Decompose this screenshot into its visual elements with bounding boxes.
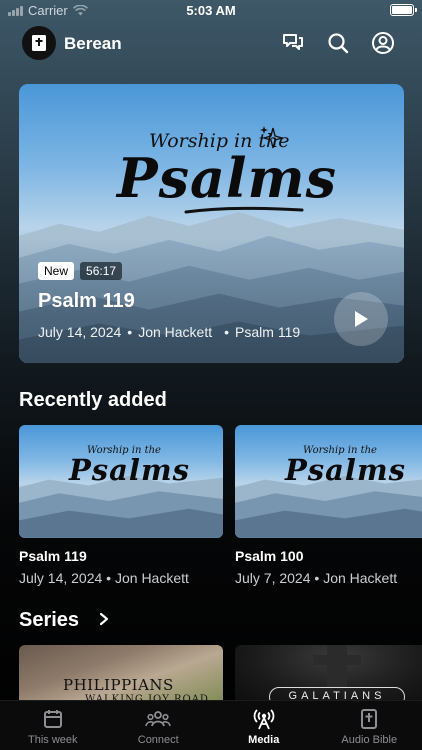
- recent-item[interactable]: Worship in the Psalms Psalm 119 July 14,…: [19, 425, 223, 586]
- battery-icon: [390, 4, 417, 16]
- sermon-meta: July 14, 2024 • Jon Hackett • Psalm 119: [38, 324, 301, 340]
- recent-item-artwork: Worship in the Psalms: [19, 425, 223, 538]
- tab-media[interactable]: Media: [211, 701, 317, 750]
- people-icon: [145, 711, 172, 727]
- sermon-speaker: Jon Hackett: [138, 324, 213, 340]
- series-heading[interactable]: Series: [19, 609, 79, 632]
- app-name: Berean: [64, 34, 122, 53]
- recent-item[interactable]: Worship in the Psalms Psalm 100 July 7, …: [235, 425, 422, 586]
- app-logo[interactable]: [22, 26, 56, 60]
- play-icon: [355, 311, 368, 327]
- artwork-title: Psalms: [285, 453, 406, 487]
- app-header: Berean: [0, 24, 422, 64]
- tab-connect[interactable]: Connect: [106, 701, 212, 750]
- tab-label: Audio Bible: [341, 734, 398, 746]
- recent-item-artwork: Worship in the Psalms: [235, 425, 422, 538]
- bible-icon: [361, 709, 378, 729]
- recent-item-title: Psalm 100: [235, 548, 304, 564]
- duration-badge: 56:17: [80, 262, 123, 280]
- featured-sermon-card[interactable]: Worship in the Psalms New 56:17 Psalm 11…: [19, 84, 404, 363]
- brush-underline: [184, 206, 304, 214]
- clock: 5:03 AM: [186, 3, 236, 18]
- cross-graphic: [327, 645, 347, 687]
- recent-item-date: July 14, 2024: [19, 570, 103, 586]
- broadcast-icon: [253, 709, 275, 730]
- profile-icon[interactable]: [371, 31, 395, 55]
- status-bar: Carrier 5:03 AM: [0, 0, 422, 22]
- chat-bubbles-icon[interactable]: [281, 31, 305, 55]
- new-badge: New: [38, 262, 75, 280]
- recent-item-meta: July 7, 2024 • Jon Hackett: [235, 570, 398, 586]
- bible-logo-icon: [32, 35, 46, 51]
- recent-item-title: Psalm 119: [19, 548, 87, 564]
- recent-item-date: July 7, 2024: [235, 570, 311, 586]
- cross-graphic: [313, 655, 361, 665]
- sermon-date: July 14, 2024: [38, 324, 122, 340]
- play-button[interactable]: [334, 292, 388, 346]
- sermon-title: Psalm 119: [38, 290, 135, 312]
- search-icon[interactable]: [326, 31, 350, 55]
- recent-item-speaker: Jon Hackett: [323, 570, 398, 586]
- recent-item-meta: July 14, 2024 • Jon Hackett: [19, 570, 189, 586]
- tab-audio-bible[interactable]: Audio Bible: [317, 701, 422, 750]
- series-item[interactable]: GALATIANS: [235, 645, 422, 705]
- recently-added-heading: Recently added: [19, 389, 167, 411]
- tab-this-week[interactable]: This week: [0, 701, 106, 750]
- sermon-series: Psalm 119: [235, 324, 301, 340]
- tab-label: Connect: [137, 734, 179, 746]
- badge-row: New 56:17: [38, 262, 123, 280]
- calendar-icon: [43, 710, 62, 728]
- tab-label: This week: [27, 734, 78, 746]
- tab-bar: This week Connect Media Audio Bible: [0, 700, 422, 750]
- recent-item-speaker: Jon Hackett: [114, 570, 189, 586]
- chevron-right-icon[interactable]: [97, 611, 111, 627]
- series-item-title: PHILIPPIANS: [63, 676, 174, 694]
- tab-label: Media: [248, 734, 280, 746]
- series-item[interactable]: PHILIPPIANS WALKING JOY ROAD: [19, 645, 223, 705]
- artwork-title: Psalms: [69, 453, 190, 487]
- artwork-title: Psalms: [117, 146, 338, 210]
